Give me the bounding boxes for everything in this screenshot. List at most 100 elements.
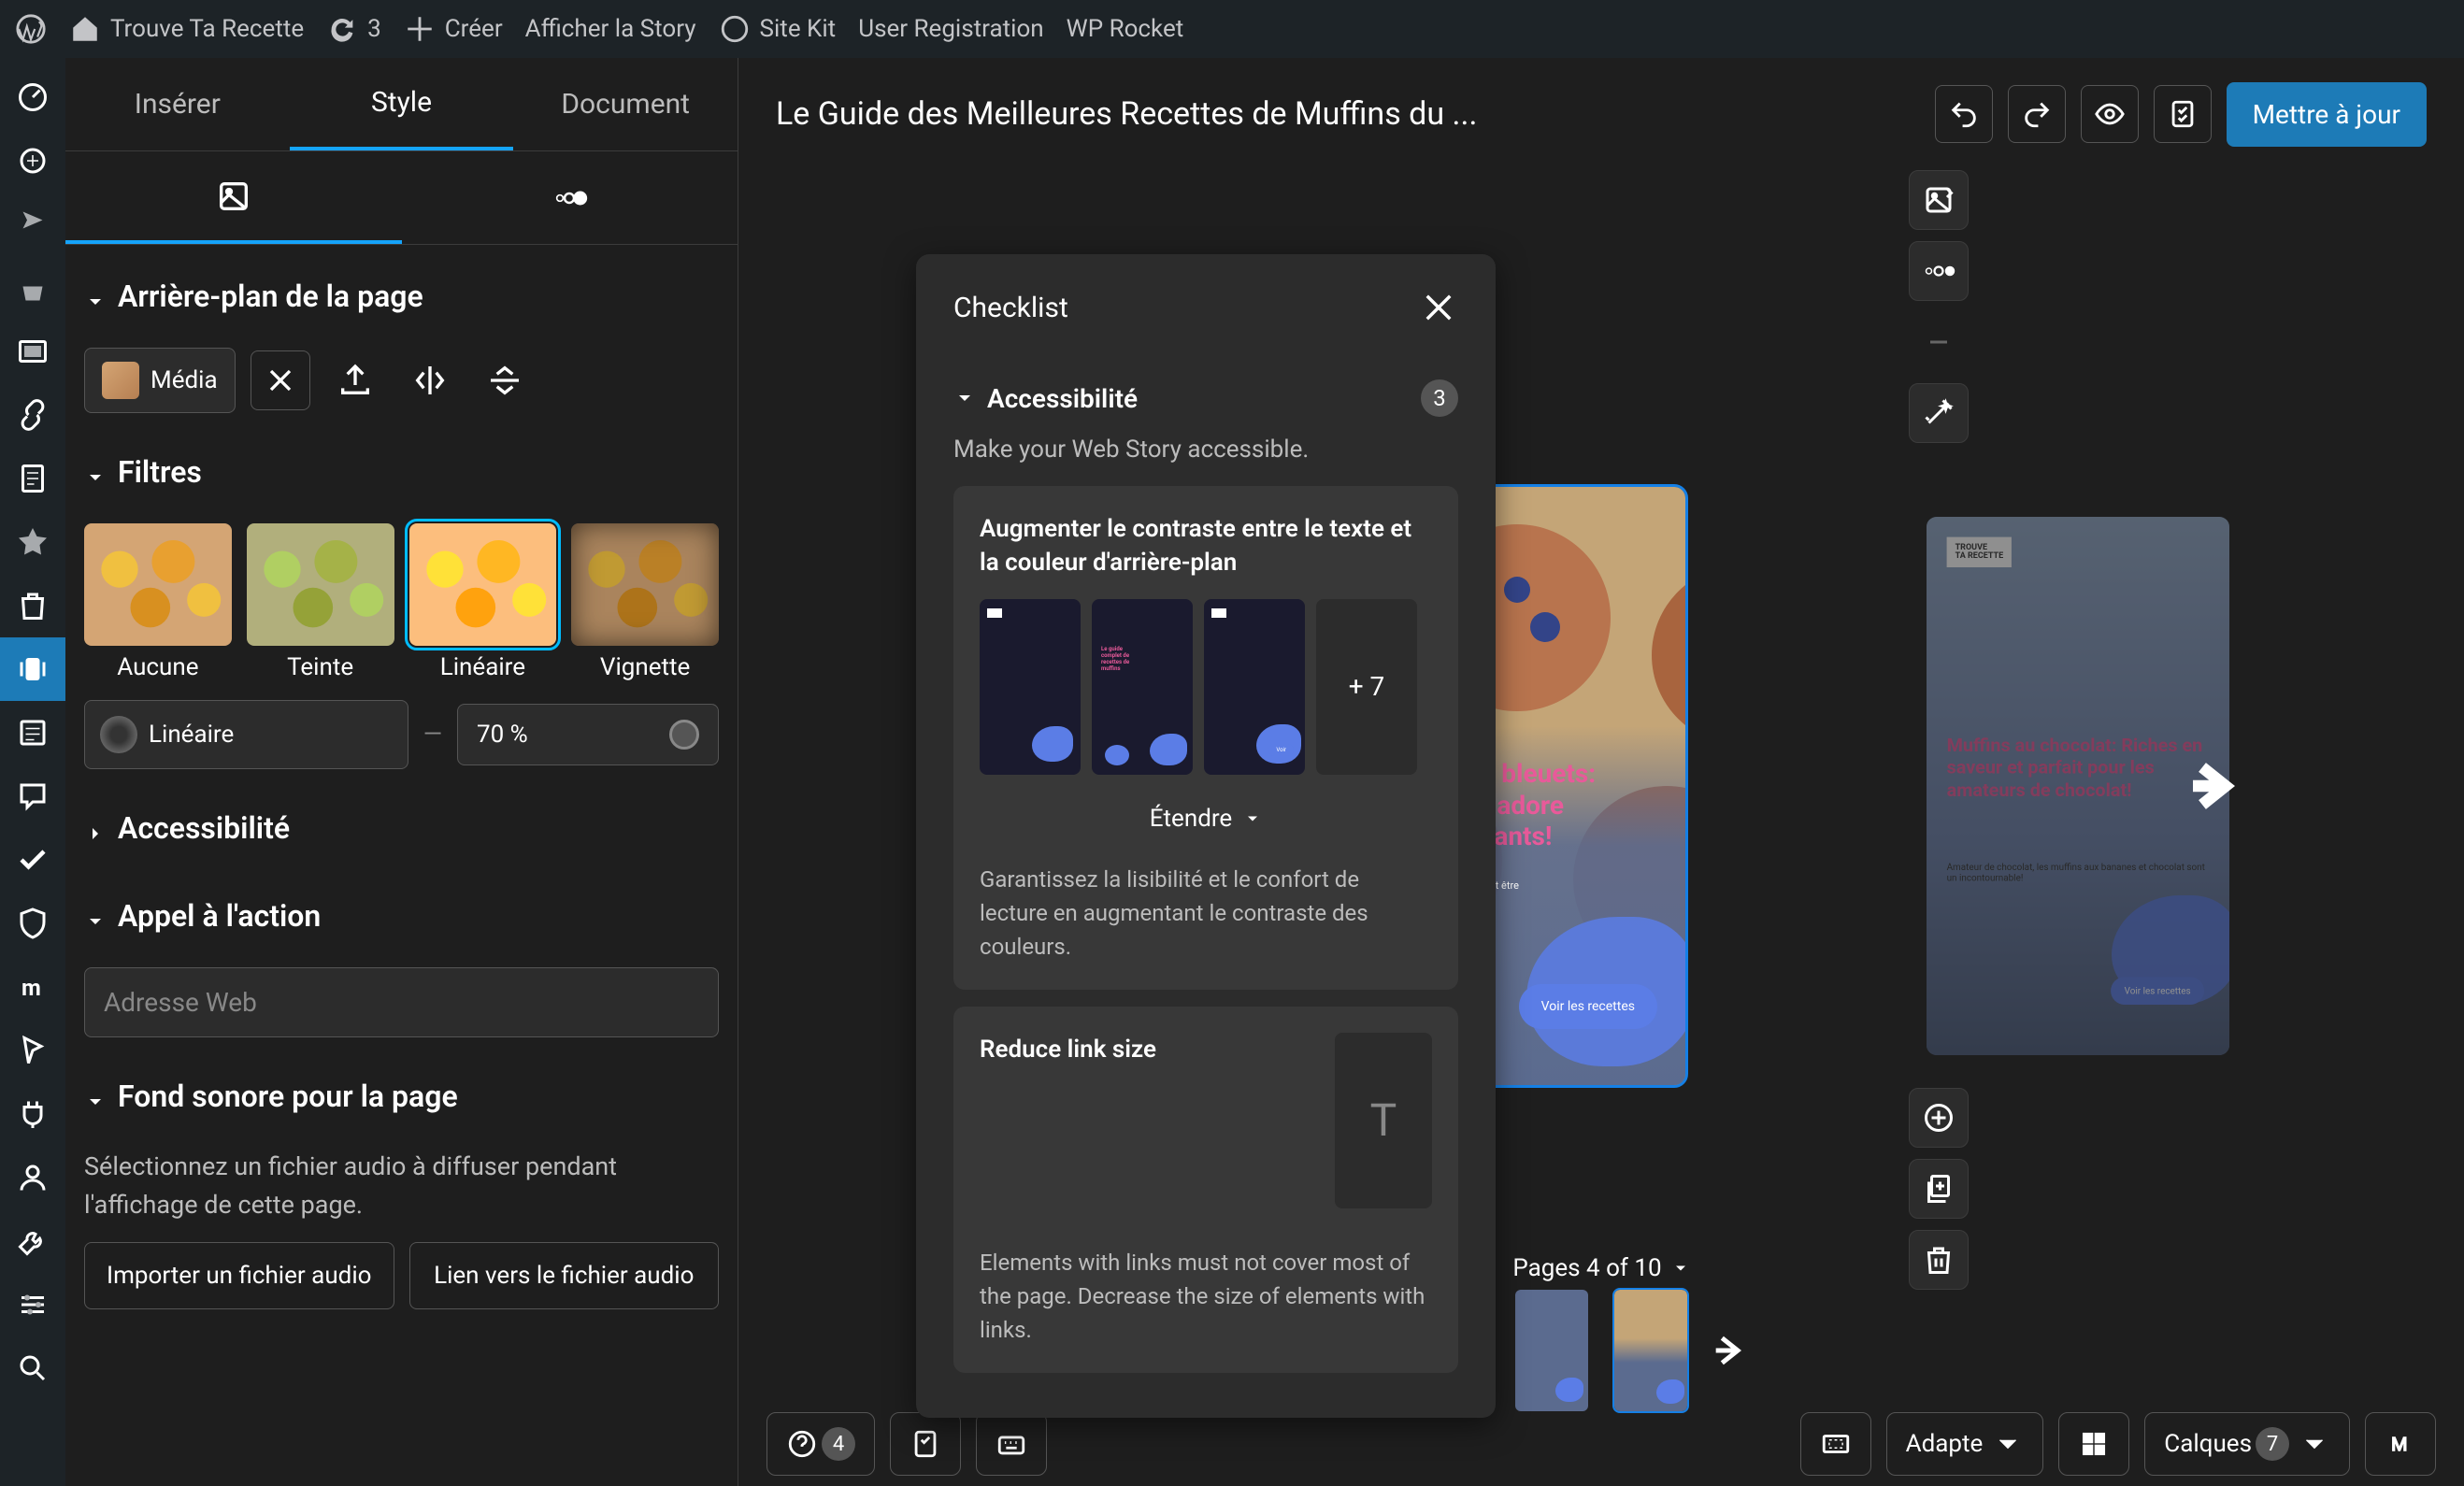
checklist-section-header[interactable]: Accessibilité 3 bbox=[953, 361, 1458, 436]
sidebar-m[interactable]: m bbox=[0, 955, 65, 1019]
section-header-audio[interactable]: Fond sonore pour la page bbox=[84, 1067, 719, 1125]
filter-vignette[interactable]: Vignette bbox=[571, 523, 719, 681]
checklist-card-title: Augmenter le contraste entre le texte et… bbox=[980, 512, 1432, 580]
filter-none[interactable]: Aucune bbox=[84, 523, 232, 681]
user-reg-link[interactable]: User Registration bbox=[858, 15, 1043, 43]
section-header-background[interactable]: Arrière-plan de la page bbox=[84, 267, 719, 325]
media-chip[interactable]: Média bbox=[84, 348, 236, 413]
delete-page-button[interactable] bbox=[1909, 1230, 1969, 1290]
sidebar-sitekit[interactable] bbox=[0, 129, 65, 193]
zoom-fit-button[interactable]: Adapte bbox=[1886, 1412, 2044, 1476]
undo-button[interactable] bbox=[1935, 85, 1993, 143]
sidebar-appearance[interactable] bbox=[0, 1019, 65, 1082]
media-thumbnail bbox=[102, 362, 139, 399]
view-story-link[interactable]: Afficher la Story bbox=[525, 15, 696, 43]
cta-url-input[interactable] bbox=[84, 967, 719, 1037]
gradient-swatch-icon bbox=[100, 716, 137, 753]
magic-button[interactable] bbox=[1909, 383, 1969, 443]
duplicate-page-button[interactable] bbox=[1909, 1159, 1969, 1219]
checklist-card-title: Reduce link size bbox=[980, 1033, 1156, 1066]
sidebar-plugins[interactable] bbox=[0, 1082, 65, 1146]
section-header-filters[interactable]: Filtres bbox=[84, 443, 719, 501]
sidebar-search[interactable] bbox=[0, 1336, 65, 1400]
remove-media-button[interactable] bbox=[251, 350, 310, 410]
sidebar-favorites[interactable] bbox=[0, 510, 65, 574]
page-thumb[interactable] bbox=[1515, 1290, 1588, 1411]
section-header-cta[interactable]: Appel à l'action bbox=[84, 887, 719, 945]
filter-linear[interactable]: Linéaire bbox=[409, 523, 557, 681]
replace-bg-button[interactable] bbox=[1909, 170, 1969, 230]
sidebar-tools[interactable] bbox=[0, 1209, 65, 1273]
site-kit-link[interactable]: Site Kit bbox=[719, 13, 837, 45]
filter-tint[interactable]: Teinte bbox=[247, 523, 394, 681]
upload-media-button[interactable] bbox=[325, 350, 385, 410]
sidebar-recipes[interactable] bbox=[0, 256, 65, 320]
sidebar-posts[interactable] bbox=[0, 193, 65, 256]
sidebar-dashboard[interactable] bbox=[0, 65, 65, 129]
link-audio-button[interactable]: Lien vers le fichier audio bbox=[409, 1242, 720, 1309]
section-header-accessibility[interactable]: Accessibilité bbox=[84, 799, 719, 857]
text-element-icon[interactable]: T bbox=[1335, 1033, 1432, 1208]
sub-tab-design[interactable] bbox=[65, 151, 402, 244]
checklist-panel: Checklist Accessibilité 3 Make your Web … bbox=[916, 254, 1496, 1418]
sidebar-media[interactable] bbox=[0, 320, 65, 383]
help-button[interactable]: 4 bbox=[766, 1412, 875, 1476]
sidebar-settings[interactable] bbox=[0, 1273, 65, 1336]
sidebar-pages[interactable] bbox=[0, 447, 65, 510]
refresh-link[interactable]: 3 bbox=[326, 13, 381, 45]
checklist-page-thumb[interactable]: Voir bbox=[1204, 599, 1305, 775]
checklist-close-button[interactable] bbox=[1419, 288, 1458, 327]
tab-document[interactable]: Document bbox=[513, 58, 738, 150]
checklist-section-desc: Make your Web Story accessible. bbox=[953, 436, 1458, 464]
sidebar-comments[interactable] bbox=[0, 764, 65, 828]
wp-logo[interactable] bbox=[15, 13, 47, 45]
site-home-link[interactable]: Trouve Ta Recette bbox=[69, 13, 304, 45]
sidebar-links[interactable] bbox=[0, 383, 65, 447]
page-side-tools-bottom bbox=[1909, 1088, 1969, 1290]
sidebar-stories[interactable] bbox=[0, 637, 65, 701]
section-filters: Filtres Aucune Teinte Linéaire Vignette … bbox=[84, 443, 719, 769]
story-title-input[interactable] bbox=[776, 95, 1920, 133]
create-link[interactable]: Créer bbox=[404, 13, 503, 45]
flip-vertical-button[interactable] bbox=[475, 350, 535, 410]
story-cta-pill: Voir les recettes bbox=[1519, 984, 1657, 1029]
preview-button[interactable] bbox=[2081, 85, 2139, 143]
safe-zone-button[interactable] bbox=[1800, 1412, 1871, 1476]
chevron-down-icon bbox=[84, 1085, 107, 1107]
section-title: Accessibilité bbox=[118, 810, 290, 846]
next-page-arrow[interactable] bbox=[2184, 758, 2240, 814]
add-page-button[interactable] bbox=[1909, 1088, 1969, 1148]
layers-button[interactable]: Calques 7 bbox=[2144, 1412, 2350, 1476]
flip-horizontal-button[interactable] bbox=[400, 350, 460, 410]
pages-indicator[interactable]: Pages 4 of 10 bbox=[1512, 1254, 1689, 1282]
checklist-expand-button[interactable]: Étendre bbox=[980, 793, 1432, 844]
grid-view-button[interactable] bbox=[2058, 1412, 2129, 1476]
tab-style[interactable]: Style bbox=[290, 58, 514, 150]
checklist-more-thumbs[interactable]: + 7 bbox=[1316, 599, 1417, 775]
checklist-toggle-button[interactable] bbox=[890, 1412, 961, 1476]
page-thumb-active[interactable] bbox=[1614, 1290, 1687, 1411]
sidebar-trash[interactable] bbox=[0, 574, 65, 637]
filter-gradient-select[interactable]: Linéaire bbox=[84, 700, 408, 769]
import-audio-button[interactable]: Importer un fichier audio bbox=[84, 1242, 394, 1309]
svg-text:m: m bbox=[21, 975, 41, 1001]
section-title: Filtres bbox=[118, 454, 202, 490]
animation-button[interactable] bbox=[1909, 241, 1969, 301]
keyboard-shortcuts-button[interactable] bbox=[976, 1412, 1047, 1476]
canvas-area: Mettre à jour TROUVE TA RECETTE Muffins.… bbox=[738, 58, 2464, 1486]
tab-insert[interactable]: Insérer bbox=[65, 58, 290, 150]
sub-tab-animation[interactable] bbox=[402, 151, 738, 244]
wp-rocket-link[interactable]: WP Rocket bbox=[1067, 15, 1184, 43]
sidebar-forms[interactable] bbox=[0, 701, 65, 764]
publish-button[interactable]: Mettre à jour bbox=[2227, 82, 2427, 147]
sidebar-check[interactable] bbox=[0, 828, 65, 892]
sidebar-users[interactable] bbox=[0, 1146, 65, 1209]
checklist-button[interactable] bbox=[2154, 85, 2212, 143]
checklist-page-thumb[interactable]: Le guidecomplet derecettes demuffins bbox=[1092, 599, 1193, 775]
sidebar-shield[interactable] bbox=[0, 892, 65, 955]
redo-button[interactable] bbox=[2008, 85, 2066, 143]
carousel-next-arrow[interactable] bbox=[1710, 1332, 1747, 1369]
media3p-button[interactable]: M bbox=[2365, 1412, 2436, 1476]
checklist-page-thumb[interactable] bbox=[980, 599, 1081, 775]
filter-intensity-input[interactable]: 70 % bbox=[457, 704, 719, 765]
